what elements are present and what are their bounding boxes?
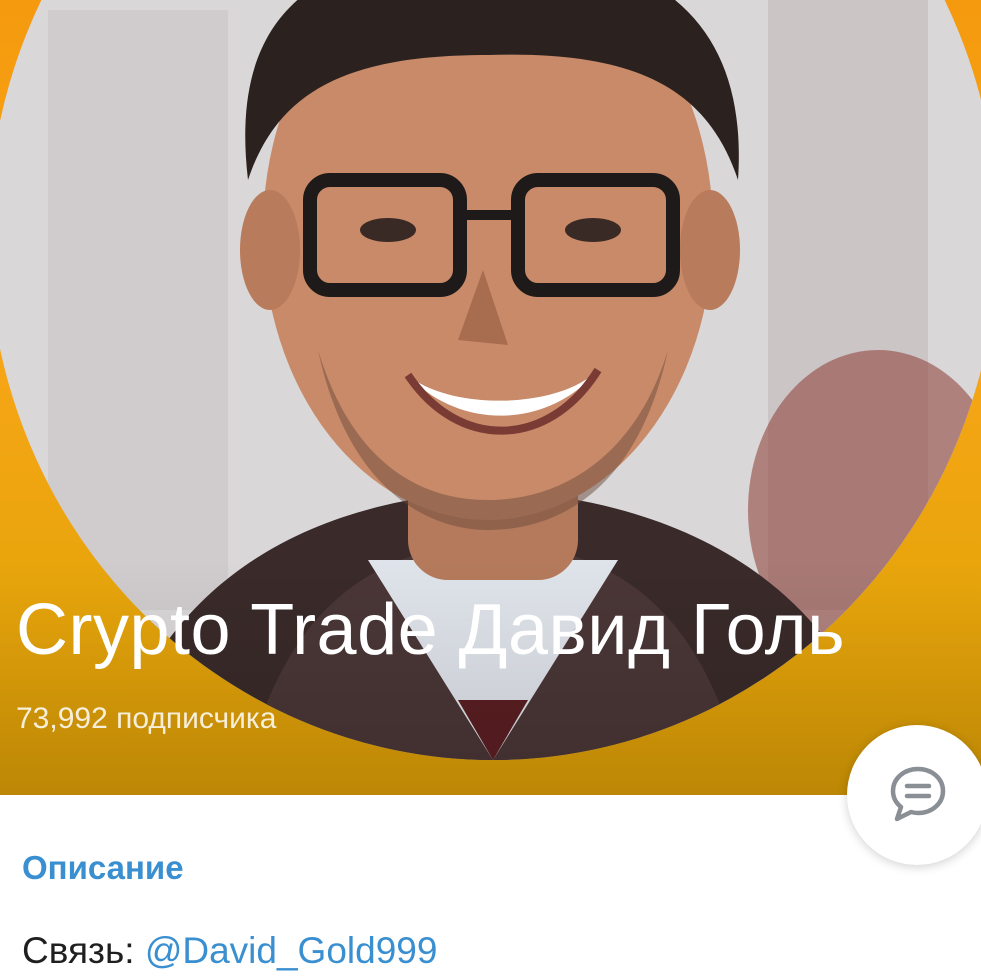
description-heading: Описание <box>22 849 184 886</box>
contact-line: Связь: @David_Gold999 <box>22 928 437 974</box>
channel-profile-screen: Crypto Trade Давид Голь 73,992 подписчик… <box>0 0 981 980</box>
message-button[interactable] <box>847 725 981 865</box>
subscriber-count: 73,992 подписчика <box>16 702 277 735</box>
profile-header: Crypto Trade Давид Голь 73,992 подписчик… <box>0 0 981 795</box>
contact-label: Связь: <box>22 930 145 971</box>
channel-title: Crypto Trade Давид Голь <box>16 590 846 670</box>
contact-username-link[interactable]: @David_Gold999 <box>145 930 438 971</box>
